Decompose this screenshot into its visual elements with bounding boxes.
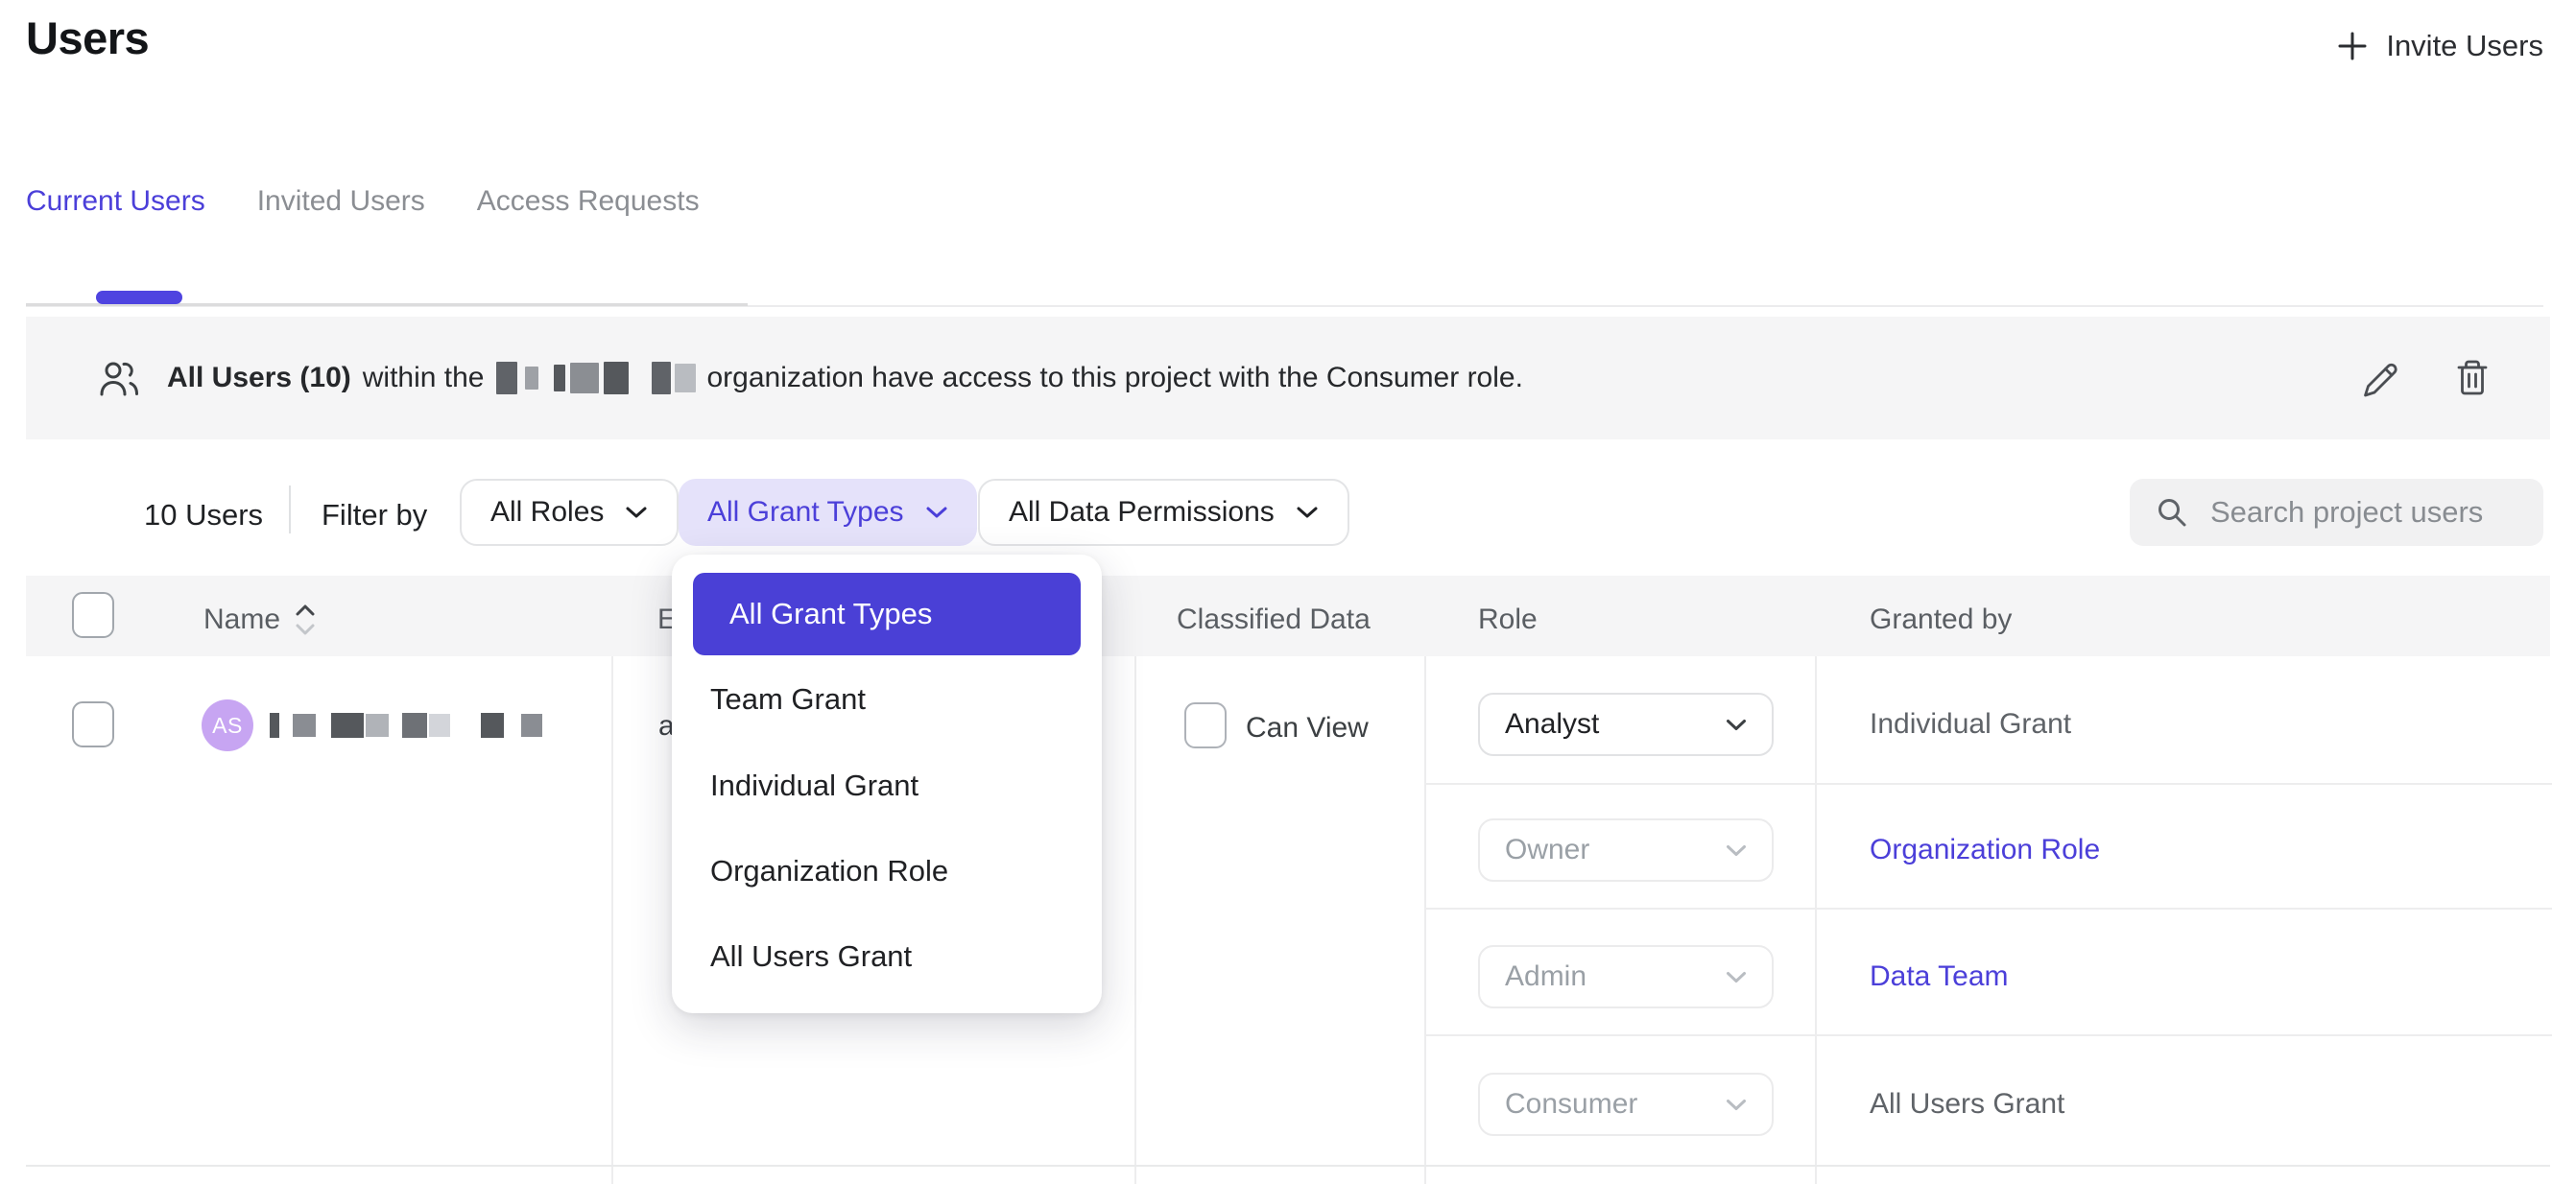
all-roles-filter[interactable]: All Roles	[460, 479, 679, 546]
column-header-role: Role	[1478, 604, 1538, 636]
granted-by-individual-grant: Individual Grant	[1870, 708, 2071, 741]
all-grant-types-label: All Grant Types	[707, 496, 904, 529]
banner-text-after: organization have access to this project…	[707, 362, 1523, 394]
subrow-divider	[1424, 1034, 2552, 1036]
granted-by-all-users-grant: All Users Grant	[1870, 1088, 2064, 1121]
banner-bold-text: All Users (10)	[167, 362, 351, 394]
role-select-value: Consumer	[1505, 1088, 1637, 1121]
tab-bar: Current Users Invited Users Access Reque…	[26, 185, 700, 218]
page-title: Users	[26, 12, 149, 64]
invite-users-button[interactable]: Invite Users	[2336, 29, 2543, 63]
chevron-down-icon	[1726, 719, 1747, 731]
pencil-icon[interactable]	[2358, 358, 2398, 398]
select-all-checkbox[interactable]	[72, 592, 114, 638]
chevron-down-icon	[1726, 1099, 1747, 1111]
column-divider	[1815, 656, 1817, 1184]
role-select-value: Owner	[1505, 834, 1589, 866]
role-select-admin: Admin	[1478, 945, 1774, 1008]
filter-separator	[289, 485, 291, 533]
all-grant-types-filter[interactable]: All Grant Types	[679, 479, 977, 546]
plus-icon	[2336, 30, 2369, 62]
active-tab-indicator	[96, 291, 182, 304]
column-divider	[611, 656, 613, 1184]
chevron-down-icon	[925, 506, 948, 519]
chevron-down-icon	[1296, 506, 1319, 519]
subrow-divider	[1424, 908, 2552, 910]
redacted-organization-name	[496, 362, 696, 394]
dropdown-option-all-grant-types[interactable]: All Grant Types	[693, 573, 1081, 655]
trash-icon[interactable]	[2452, 357, 2493, 399]
search-icon	[2155, 495, 2189, 530]
role-select-consumer: Consumer	[1478, 1073, 1774, 1136]
dropdown-option-organization-role[interactable]: Organization Role	[710, 841, 948, 901]
avatar: AS	[202, 699, 253, 751]
column-header-granted-by: Granted by	[1870, 604, 2012, 636]
dropdown-option-individual-grant[interactable]: Individual Grant	[710, 756, 918, 816]
can-view-checkbox[interactable]	[1184, 702, 1227, 748]
banner-text-before: within the	[363, 362, 485, 394]
chevron-down-icon	[1726, 844, 1747, 857]
granted-by-data-team-link[interactable]: Data Team	[1870, 960, 2009, 993]
dropdown-option-all-users-grant[interactable]: All Users Grant	[710, 927, 912, 986]
filter-by-label: Filter by	[322, 498, 427, 533]
column-divider	[1424, 656, 1426, 1184]
column-divider	[1134, 656, 1136, 1184]
all-users-banner: All Users (10) within the organization h…	[26, 317, 2550, 439]
row-checkbox[interactable]	[72, 701, 114, 747]
dropdown-option-team-grant[interactable]: Team Grant	[710, 670, 866, 729]
role-select-analyst[interactable]: Analyst	[1478, 693, 1774, 756]
all-data-permissions-label: All Data Permissions	[1009, 496, 1275, 529]
tab-current-users[interactable]: Current Users	[26, 185, 205, 218]
role-select-value: Analyst	[1505, 708, 1599, 741]
column-header-classified-data: Classified Data	[1177, 604, 1371, 636]
granted-by-organization-role-link[interactable]: Organization Role	[1870, 834, 2100, 866]
tab-invited-users[interactable]: Invited Users	[257, 185, 425, 218]
role-select-value: Admin	[1505, 960, 1586, 993]
banner-text: All Users (10) within the organization h…	[167, 362, 1523, 394]
chevron-down-icon	[1726, 971, 1747, 983]
role-select-owner: Owner	[1478, 818, 1774, 882]
redacted-user-name	[270, 713, 542, 738]
row-divider	[26, 1165, 2550, 1167]
invite-users-label: Invite Users	[2386, 29, 2543, 63]
tab-access-requests[interactable]: Access Requests	[477, 185, 700, 218]
column-header-name: Name	[203, 604, 280, 636]
subrow-divider	[1424, 783, 2552, 785]
all-roles-label: All Roles	[490, 496, 604, 529]
all-data-permissions-filter[interactable]: All Data Permissions	[978, 479, 1349, 546]
search-project-users-box	[2130, 479, 2543, 546]
can-view-label: Can View	[1246, 712, 1369, 745]
people-icon	[96, 358, 142, 398]
chevron-down-icon	[625, 506, 648, 519]
grant-types-dropdown-menu: All Grant Types Team Grant Individual Gr…	[672, 555, 1102, 1013]
users-count: 10 Users	[144, 498, 263, 533]
search-input[interactable]	[2210, 495, 2517, 530]
sort-icon[interactable]	[294, 601, 317, 639]
